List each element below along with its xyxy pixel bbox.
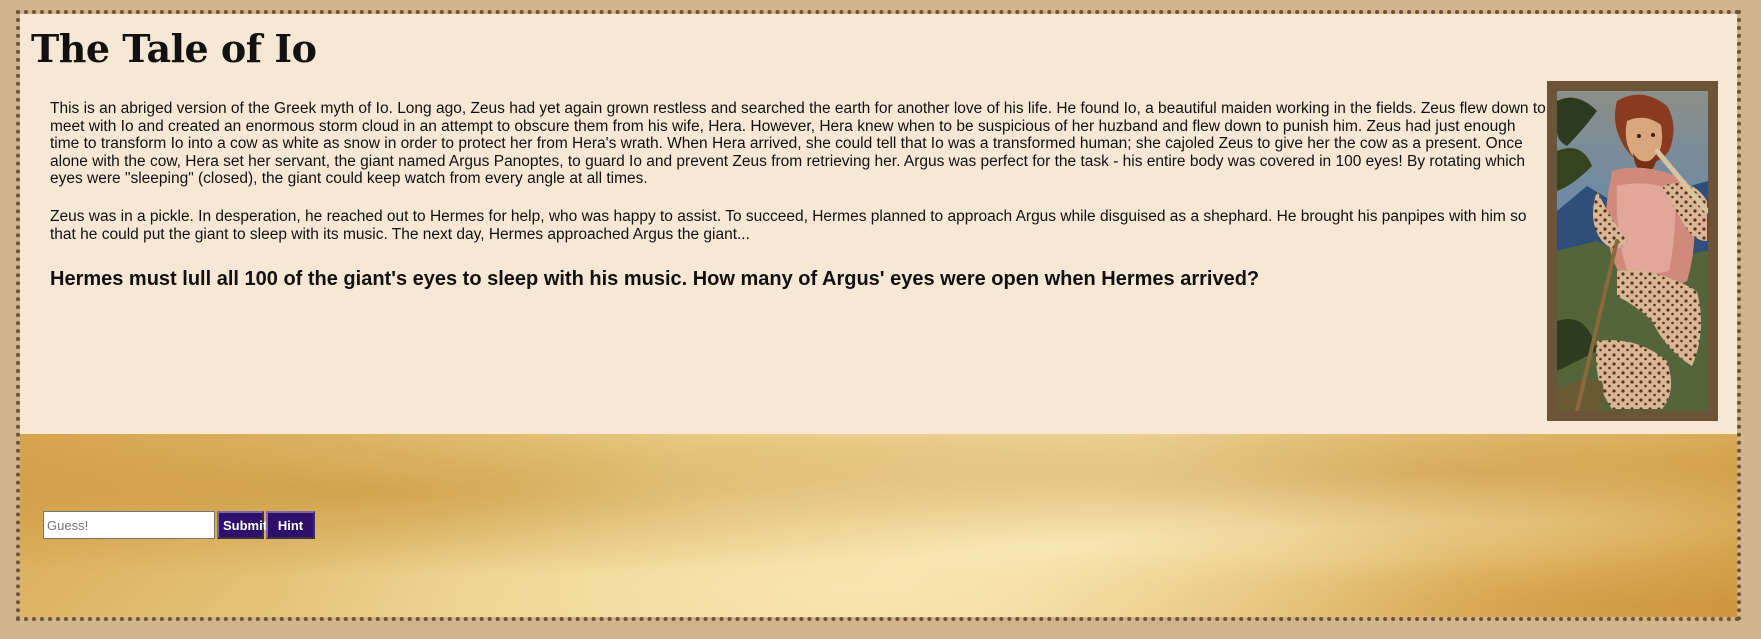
guess-input[interactable] — [43, 511, 215, 539]
puzzle-question: Hermes must lull all 100 of the giant's … — [50, 268, 1260, 290]
story-paragraph-2: Zeus was in a pickle. In desperation, he… — [50, 207, 1527, 243]
story-body: This is an abriged version of the Greek … — [50, 100, 1548, 263]
hint-button[interactable]: Hint — [266, 511, 315, 539]
submit-button[interactable]: Submit — [217, 511, 267, 539]
argus-painting — [1547, 81, 1718, 421]
page-title: The Tale of Io — [31, 26, 317, 71]
guess-form: Submit Hint — [43, 511, 315, 539]
story-panel: The Tale of Io This is an abriged versio… — [20, 14, 1737, 434]
page-frame: The Tale of Io This is an abriged versio… — [16, 10, 1741, 621]
story-paragraph-1: This is an abriged version of the Greek … — [50, 100, 1546, 188]
argus-painting-image — [1557, 91, 1708, 411]
parchment-background: Submit Hint — [20, 434, 1737, 617]
